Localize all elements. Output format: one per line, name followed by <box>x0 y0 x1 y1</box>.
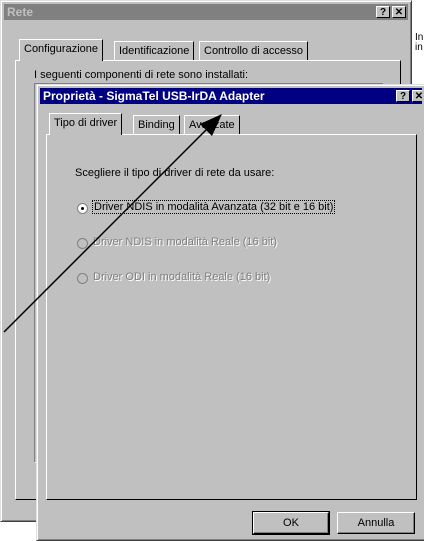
driver-type-prompt: Scegliere il tipo di driver di rete da u… <box>75 167 275 179</box>
installed-components-label: I seguenti componenti di rete sono insta… <box>34 69 249 81</box>
properties-dialog: Proprietà - SigmaTel USB-IrDA Adapter ? … <box>36 84 424 541</box>
driver-type-panel: Scegliere il tipo di driver di rete da u… <box>46 134 417 500</box>
radio-ndis-reale <box>77 238 88 249</box>
properties-dialog-titlebar: Proprietà - SigmaTel USB-IrDA Adapter ? … <box>40 88 422 104</box>
close-button[interactable]: ✕ <box>412 90 422 102</box>
option-ndis-avanzata-label[interactable]: Driver NDIS in modalità Avanzata (32 bit… <box>91 200 336 214</box>
radio-odi-reale <box>77 273 88 284</box>
network-dialog-title: Rete <box>7 5 34 19</box>
cancel-button[interactable]: Annulla <box>337 512 415 534</box>
side-text-2: in <box>415 42 423 53</box>
help-button[interactable]: ? <box>376 6 390 18</box>
properties-dialog-title: Proprietà - SigmaTel USB-IrDA Adapter <box>43 89 265 103</box>
radio-ndis-avanzata[interactable] <box>77 203 88 214</box>
ok-button[interactable]: OK <box>252 511 330 535</box>
network-dialog-titlebar: Rete ? ✕ <box>4 4 408 20</box>
tab-identificazione[interactable]: Identificazione <box>114 41 195 61</box>
option-ndis-reale-label: Driver NDIS in modalità Reale (16 bit) <box>93 236 278 248</box>
tab-avanzate[interactable]: Avanzate <box>184 115 240 135</box>
option-odi-reale-label: Driver ODI in modalità Reale (16 bit) <box>93 271 271 283</box>
close-button[interactable]: ✕ <box>392 6 406 18</box>
tab-controllo-accesso[interactable]: Controllo di accesso <box>199 41 309 61</box>
tab-configurazione[interactable]: Configurazione <box>19 39 103 61</box>
tab-binding[interactable]: Binding <box>133 115 180 135</box>
help-button[interactable]: ? <box>396 90 410 102</box>
radio-selected-dot <box>81 207 84 210</box>
tab-tipo-di-driver[interactable]: Tipo di driver <box>49 113 123 135</box>
